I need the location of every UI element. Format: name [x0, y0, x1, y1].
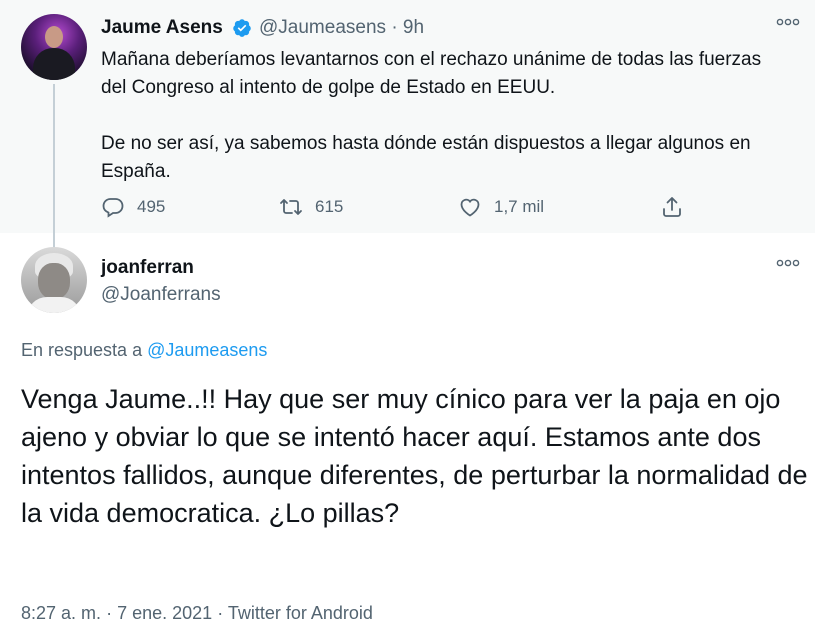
parent-handle-time[interactable]: @Jaumeasens · 9h	[259, 17, 424, 39]
retweet-icon	[280, 199, 302, 215]
parent-tweet-text: Mañana deberíamos levantarnos con el rec…	[101, 49, 762, 182]
more-options-icon[interactable]	[776, 256, 800, 270]
in-reply-to: En respuesta a @Jaumeasens	[21, 340, 267, 361]
tweet-source[interactable]: Twitter for Android	[228, 603, 373, 623]
tweet-date[interactable]: 7 ene. 2021	[117, 603, 212, 623]
like-icon	[460, 198, 480, 217]
parent-display-name[interactable]: Jaume Asens	[101, 17, 223, 39]
retweet-count: 615	[315, 197, 344, 216]
thread-line	[53, 84, 55, 249]
reply-tweet-text: Venga Jaume..!! Hay que ser muy cínico p…	[21, 384, 808, 528]
separator-dot: ·	[391, 17, 398, 38]
retweet-button[interactable]: 615	[279, 195, 343, 219]
in-reply-handle-link[interactable]: @Jaumeasens	[147, 340, 267, 360]
avatar-body	[33, 48, 75, 80]
like-button[interactable]: 1,7 mil	[458, 195, 544, 219]
parent-avatar[interactable]	[21, 14, 87, 80]
more-options-icon[interactable]	[776, 15, 800, 29]
avatar-face	[38, 263, 70, 299]
reply-avatar[interactable]	[21, 247, 87, 313]
tweet-meta: 8:27 a. m. · 7 ene. 2021 · Twitter for A…	[21, 603, 373, 624]
avatar-shirt	[27, 297, 81, 313]
verified-badge-icon	[233, 19, 251, 37]
meta-separator: ·	[106, 603, 113, 623]
parent-time[interactable]: 9h	[403, 17, 424, 38]
reply-display-name[interactable]: joanferran	[101, 257, 194, 279]
reply-icon	[102, 198, 124, 218]
tweet-time[interactable]: 8:27 a. m.	[21, 603, 101, 623]
reply-handle[interactable]: @Joanferrans	[101, 284, 221, 306]
reply-count: 495	[137, 197, 166, 216]
avatar-head	[45, 26, 63, 48]
like-count: 1,7 mil	[494, 197, 545, 216]
share-button[interactable]	[660, 195, 684, 219]
in-reply-prefix: En respuesta a	[21, 340, 143, 360]
share-icon	[663, 197, 681, 217]
parent-handle[interactable]: @Jaumeasens	[259, 17, 386, 38]
reply-button[interactable]: 495	[101, 195, 165, 219]
meta-separator: ·	[217, 603, 224, 623]
